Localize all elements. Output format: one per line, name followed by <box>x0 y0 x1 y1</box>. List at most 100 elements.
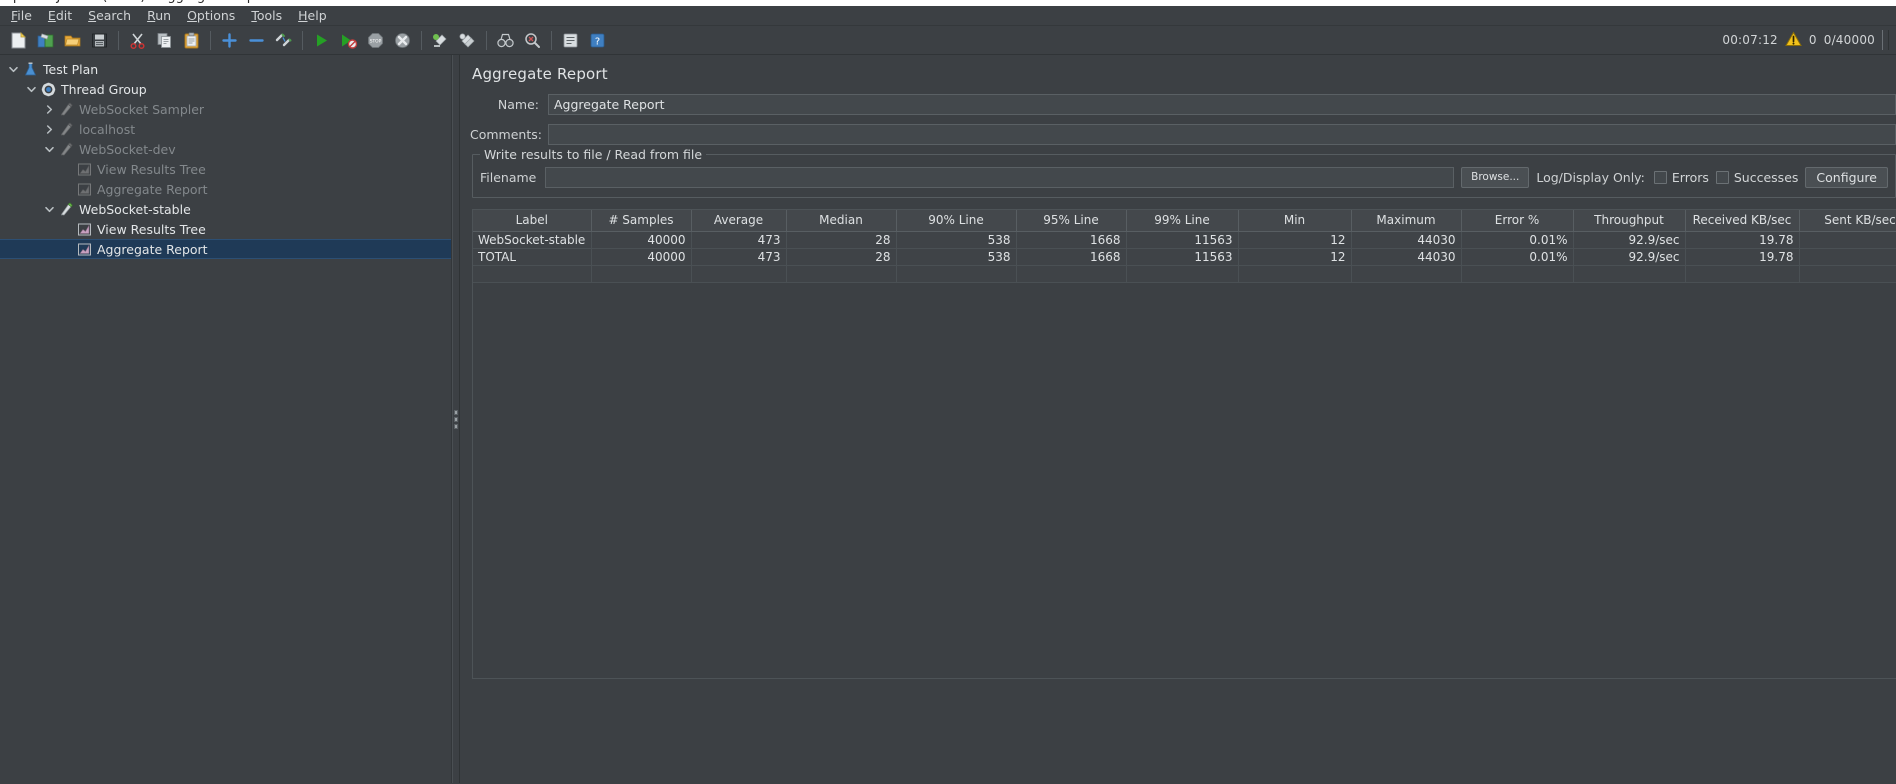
cut-scissors-icon[interactable] <box>125 28 150 52</box>
search-reset-icon[interactable] <box>520 28 545 52</box>
table-cell-throughput: 92.9/sec <box>1573 248 1686 266</box>
tree-node-label: View Results Tree <box>97 221 206 237</box>
copy-icon[interactable] <box>152 28 177 52</box>
new-document-icon[interactable] <box>6 28 31 52</box>
browse-button[interactable]: Browse... <box>1461 167 1530 188</box>
menu-options[interactable]: Options <box>179 6 243 25</box>
log-display-only-label: Log/Display Only: <box>1536 170 1645 185</box>
table-cell-min: 12 <box>1238 248 1352 266</box>
errors-checkbox-box[interactable] <box>1653 171 1667 184</box>
errors-checkbox[interactable]: Errors <box>1653 170 1709 185</box>
menu-search[interactable]: Search <box>80 6 139 25</box>
window-title-text: Apache JMeter (5.4.1) - Aggregate Report <box>4 0 273 4</box>
table-column-header[interactable]: Min <box>1238 210 1352 232</box>
menu-run[interactable]: Run <box>139 6 179 25</box>
tree-node-websocket-sampler[interactable]: WebSocket Sampler <box>0 99 451 119</box>
table-cell-label: TOTAL <box>473 248 592 266</box>
open-folder-icon[interactable] <box>60 28 85 52</box>
tree-node-localhost[interactable]: localhost <box>0 119 451 139</box>
save-disk-icon[interactable] <box>87 28 112 52</box>
tree-node-test-plan[interactable]: Test Plan <box>0 59 451 79</box>
sampler-pencil-icon <box>57 200 76 218</box>
table-cell-p99: 11563 <box>1126 231 1239 249</box>
tree-node-aggregate-report[interactable]: Aggregate Report <box>0 239 451 259</box>
comments-row: Comments: <box>470 124 1896 145</box>
table-column-header[interactable]: Throughput <box>1573 210 1686 232</box>
collapse-minus-icon[interactable] <box>244 28 269 52</box>
tree-node-label: WebSocket Sampler <box>79 101 205 117</box>
table-column-header[interactable]: Average <box>691 210 787 232</box>
table-column-header[interactable]: Error % <box>1461 210 1574 232</box>
table-column-header[interactable]: Label <box>473 210 592 232</box>
successes-checkbox-box[interactable] <box>1715 171 1729 184</box>
sampler-pencil-icon <box>57 140 76 158</box>
function-helper-icon[interactable] <box>558 28 583 52</box>
name-input[interactable] <box>548 94 1896 115</box>
expand-plus-icon[interactable] <box>217 28 242 52</box>
table-cell-median: 28 <box>786 231 897 249</box>
toggle-pencils-icon[interactable] <box>271 28 296 52</box>
menu-bar: File Edit Search Run Options Tools Help <box>0 6 1896 26</box>
panel-splitter[interactable] <box>452 55 460 783</box>
listener-chart-icon <box>75 240 94 258</box>
filename-input[interactable] <box>545 167 1455 188</box>
table-cell-max: 44030 <box>1351 231 1462 249</box>
test-plan-tree[interactable]: Test Plan Thread Group WebSocket Sampler lo… <box>0 55 452 783</box>
paste-clipboard-icon[interactable] <box>179 28 204 52</box>
tree-node-thread-group[interactable]: Thread Group <box>0 79 451 99</box>
shutdown-icon[interactable] <box>390 28 415 52</box>
toolbar-separator <box>210 30 211 50</box>
name-row: Name: <box>470 94 1896 115</box>
tree-node-websocket-stable[interactable]: WebSocket-stable <box>0 199 451 219</box>
templates-icon[interactable] <box>33 28 58 52</box>
table-row[interactable]: TOTAL 40000 473 28 538 1668 11563 12 44030 0.01% 9… <box>473 248 1896 266</box>
table-cell-error_pct: 0.01% <box>1461 248 1574 266</box>
chevron-down-icon[interactable] <box>24 79 39 99</box>
table-column-header[interactable]: # Samples <box>591 210 692 232</box>
table-column-header[interactable]: 90% Line <box>896 210 1017 232</box>
tree-node-view-results-tree[interactable]: View Results Tree <box>0 159 451 179</box>
start-play-icon[interactable] <box>309 28 334 52</box>
listener-chart-icon <box>75 220 94 238</box>
table-column-header[interactable]: Received KB/sec <box>1685 210 1800 232</box>
chevron-right-icon[interactable] <box>42 119 57 139</box>
comments-input[interactable] <box>548 124 1896 145</box>
tree-node-websocket-dev[interactable]: WebSocket-dev <box>0 139 451 159</box>
start-no-pauses-icon[interactable] <box>336 28 361 52</box>
search-binoculars-icon[interactable] <box>493 28 518 52</box>
table-column-header[interactable]: 95% Line <box>1016 210 1127 232</box>
table-cell-received_kb: 19.78 <box>1685 248 1800 266</box>
toolbar-separator <box>551 30 552 50</box>
table-column-header[interactable]: 99% Line <box>1126 210 1239 232</box>
table-column-header[interactable]: Maximum <box>1351 210 1462 232</box>
clear-icon[interactable] <box>428 28 453 52</box>
tree-node-aggregate-report[interactable]: Aggregate Report <box>0 179 451 199</box>
errors-checkbox-label: Errors <box>1671 170 1709 185</box>
table-cell-samples: 40000 <box>591 248 692 266</box>
help-icon[interactable]: ? <box>585 28 610 52</box>
aggregate-results-table: Label # Samples Average Median 90% Line 95% L… <box>473 210 1896 283</box>
chevron-right-icon[interactable] <box>42 99 57 119</box>
chevron-down-icon[interactable] <box>42 199 57 219</box>
table-row[interactable]: WebSocket-stable 40000 473 28 538 1668 11563 12… <box>473 231 1896 249</box>
menu-tools[interactable]: Tools <box>243 6 290 25</box>
configure-button[interactable]: Configure <box>1805 167 1888 188</box>
table-cell-label: WebSocket-stable <box>473 231 592 249</box>
aggregate-results-table-container[interactable]: Label # Samples Average Median 90% Line 95% L… <box>472 209 1896 679</box>
menu-file[interactable]: File <box>3 6 40 25</box>
stop-icon[interactable]: STOP <box>363 28 388 52</box>
table-column-header[interactable]: Sent KB/sec <box>1799 210 1896 232</box>
tree-node-label: Aggregate Report <box>97 181 208 197</box>
toolbar-separator <box>486 30 487 50</box>
menu-edit[interactable]: Edit <box>40 6 80 25</box>
chevron-down-icon[interactable] <box>6 59 21 79</box>
warning-triangle-icon[interactable] <box>1785 30 1802 50</box>
clear-all-icon[interactable] <box>455 28 480 52</box>
successes-checkbox[interactable]: Successes <box>1715 170 1798 185</box>
table-column-header[interactable]: Median <box>786 210 897 232</box>
listener-chart-icon <box>75 160 94 178</box>
menu-help[interactable]: Help <box>290 6 335 25</box>
tree-node-view-results-tree[interactable]: View Results Tree <box>0 219 451 239</box>
table-cell-received_kb: 19.78 <box>1685 231 1800 249</box>
chevron-down-icon[interactable] <box>42 139 57 159</box>
